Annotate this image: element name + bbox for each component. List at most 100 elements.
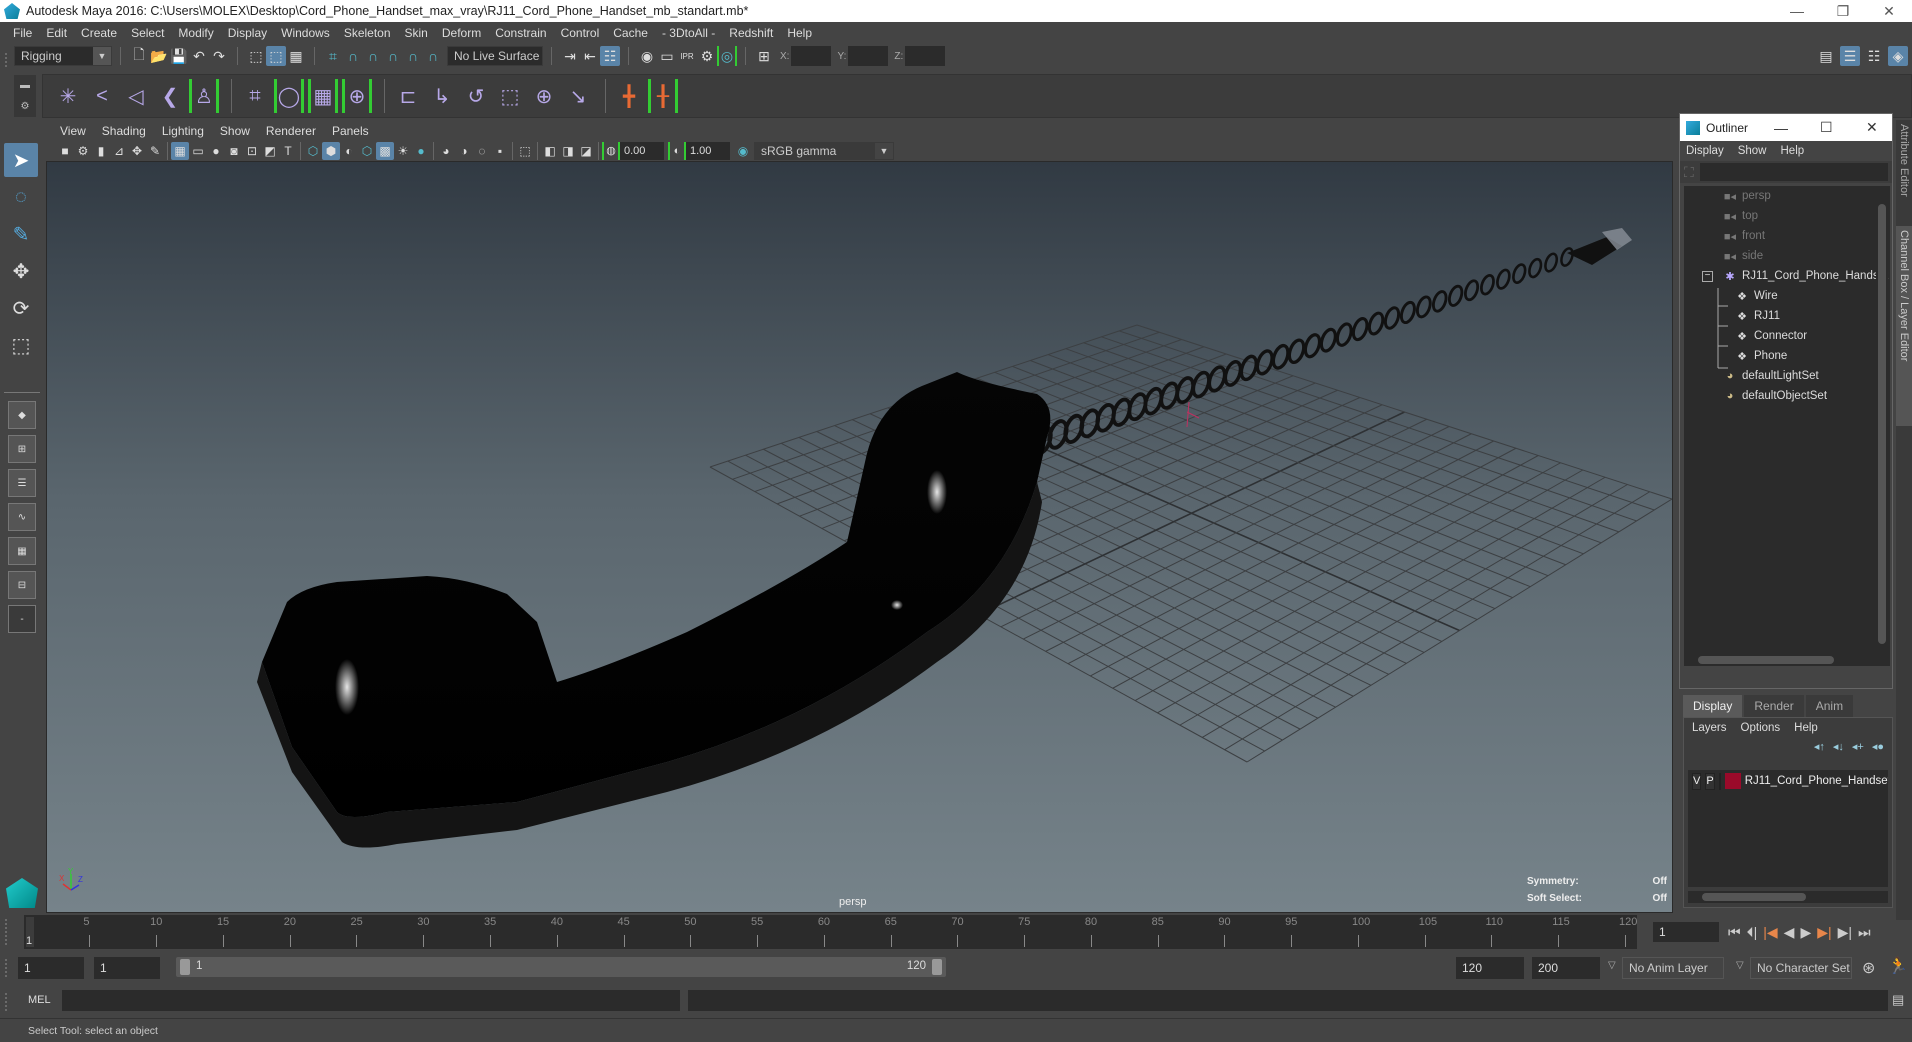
select-object-icon[interactable]: ⬚ [266,46,286,66]
ipr-render-icon[interactable]: IPR [677,46,697,66]
outliner-item-top[interactable]: ■◂ top [1684,206,1890,226]
select-component-icon[interactable]: ▦ [286,46,306,66]
scale-tool-icon[interactable]: ⬚ [4,328,38,362]
xray-icon[interactable]: ◧ [541,142,559,160]
y-field[interactable] [848,46,889,66]
animation-prefs-icon[interactable]: 🏃 [1888,956,1908,976]
aim-constraint-icon[interactable]: ⊕ [529,79,559,113]
outliner-menu-show[interactable]: Show [1738,145,1767,157]
filter-icon[interactable]: ⛶ [1684,164,1694,181]
anim-layer-dropdown[interactable]: No Anim Layer [1622,957,1724,979]
menu-skin[interactable]: Skin [398,26,435,40]
smooth-shade-icon[interactable]: ⬢ [322,141,340,160]
outliner-menu-help[interactable]: Help [1781,145,1805,157]
render-view-icon[interactable]: ◉ [637,46,657,66]
menu-redshift[interactable]: Redshift [722,26,780,40]
isolate-select-icon[interactable]: ⬚ [516,142,534,160]
ik-spline-icon[interactable]: ◁ [121,79,151,113]
time-slider[interactable]: 1 5 10 15 20 25 30 35 40 45 50 55 60 65 70 75 80 85 90 95 1… [24,915,1637,949]
outliner-persp-layout-icon[interactable]: ☰ [8,469,36,497]
new-layer-from-selected-icon[interactable]: ◂● [1872,740,1884,756]
outliner-search-input[interactable] [1699,163,1888,181]
outliner-minimize-button[interactable]: — [1774,114,1788,141]
command-language-label[interactable]: MEL [28,994,51,1006]
save-scene-icon[interactable]: 💾 [169,46,189,66]
menu-help[interactable]: Help [780,26,819,40]
menu-create[interactable]: Create [74,26,124,40]
layer-tab-render[interactable]: Render [1744,695,1804,717]
single-view-layout-icon[interactable]: ◆ [8,401,36,429]
go-to-start-icon[interactable]: ⏮ [1728,924,1741,941]
make-live-icon[interactable]: ∩ [423,46,443,66]
layer-color-swatch[interactable] [1724,773,1741,789]
four-view-layout-icon[interactable]: ⊞ [8,435,36,463]
menu-modify[interactable]: Modify [171,26,220,40]
cluster-icon[interactable]: ⊕ [342,79,372,113]
wireframe-icon[interactable]: ⬡ [304,142,322,160]
paint-select-tool-icon[interactable]: ✎ [4,217,38,251]
range-start-handle[interactable] [180,959,190,975]
panel-menu-view[interactable]: View [52,124,94,138]
default-material-icon[interactable]: ◐ [340,142,358,160]
textured-icon[interactable]: ▩ [376,141,394,160]
play-backwards-icon[interactable]: ◀ [1784,924,1795,941]
live-surface-field[interactable]: No Live Surface [447,46,543,66]
input-ops-icon[interactable]: ⇥ [560,46,580,66]
minimize-button[interactable]: — [1774,0,1820,22]
tool-settings-toggle-icon[interactable]: ☷ [1864,46,1884,66]
command-line-input[interactable] [62,990,680,1011]
resolution-gate-icon[interactable]: ● [207,142,225,160]
collapse-icon[interactable]: − [1702,270,1713,282]
tab-attribute-editor[interactable]: Attribute Editor [1896,120,1912,220]
exposure-field[interactable]: 0.00 [620,141,664,160]
scale-constraint-icon[interactable]: ⬚ [495,79,525,113]
outliner-vertical-scrollbar[interactable] [1876,186,1888,656]
output-ops-icon[interactable]: ⇤ [580,46,600,66]
range-end-handle[interactable] [932,959,942,975]
outliner-horizontal-scrollbar[interactable] [1684,654,1876,666]
bookmark-icon[interactable]: ▮ [92,142,110,160]
color-management-toggle-icon[interactable]: ◉ [734,142,752,160]
panel-menu-lighting[interactable]: Lighting [154,124,212,138]
menu-constrain[interactable]: Constrain [488,26,553,40]
playback-start-field[interactable]: 1 [94,957,160,979]
menu-3dtoall[interactable]: - 3DtoAll - [655,26,722,40]
outliner-item-phone[interactable]: ❖ Phone [1684,346,1890,366]
hypershade-icon[interactable]: ◎ [717,46,737,66]
outliner-item-group[interactable]: − ✱ RJ11_Cord_Phone_Handset [1684,266,1890,286]
outliner-item-default-object-set[interactable]: ◕ defaultObjectSet [1684,386,1890,406]
step-forward-frame-icon[interactable]: ▶| [1838,924,1852,941]
new-layer-icon[interactable]: ◂+ [1852,740,1864,756]
quick-rig-icon[interactable]: ♙ [189,79,219,113]
orient-constraint-icon[interactable]: ↺ [461,79,491,113]
outliner-menu-display[interactable]: Display [1686,145,1724,157]
redo-icon[interactable]: ↷ [209,46,229,66]
range-slider[interactable]: 1 120 [176,957,946,977]
menu-cache[interactable]: Cache [606,26,655,40]
new-scene-icon[interactable]: 🗋 [129,46,149,66]
panel-menu-panels[interactable]: Panels [324,124,377,138]
gate-mask-icon[interactable]: ◙ [225,142,243,160]
wireframe-on-shaded-icon[interactable]: ⬡ [358,142,376,160]
channel-box-toggle-icon[interactable]: ◈ [1888,46,1908,66]
step-back-key-icon[interactable]: |◀ [1763,924,1777,941]
outliner-item-front[interactable]: ■◂ front [1684,226,1890,246]
panel-menu-shading[interactable]: Shading [94,124,154,138]
joint-tool-icon[interactable]: ✳ [53,79,83,113]
open-scene-icon[interactable]: 📂 [149,46,169,66]
z-field[interactable] [905,46,946,66]
layer-playback-toggle[interactable]: P [1705,772,1715,790]
tab-channel-box-layer-editor[interactable]: Channel Box / Layer Editor [1896,226,1912,426]
lattice-icon[interactable]: ▦ [308,79,338,113]
character-set-chevron-icon[interactable]: ▽ [1736,960,1744,971]
layer-horizontal-scrollbar[interactable] [1688,891,1888,903]
snap-point-icon[interactable]: ∩ [363,46,383,66]
play-forwards-icon[interactable]: ▶ [1800,924,1811,941]
layer-menu-options[interactable]: Options [1741,722,1781,734]
playback-end-field[interactable]: 120 [1456,957,1524,979]
layer-tab-anim[interactable]: Anim [1805,695,1854,717]
shadows-icon[interactable]: ● [412,142,430,160]
parent-constraint-icon[interactable]: ⊏ [393,79,423,113]
outliner-maximize-button[interactable]: ☐ [1820,114,1833,141]
render-frame-icon[interactable]: ▭ [657,46,677,66]
